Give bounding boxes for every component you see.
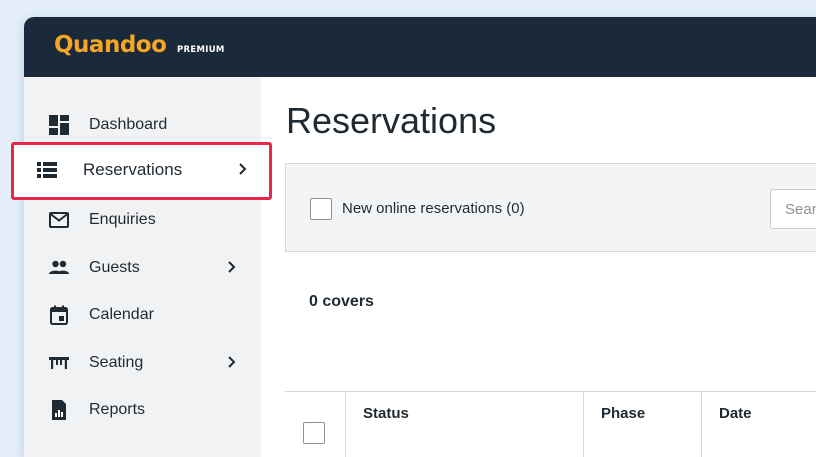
new-online-reservations-checkbox[interactable] [310,198,332,220]
column-date[interactable]: Date [701,392,816,457]
sidebar-item-dashboard[interactable]: Dashboard [24,103,261,147]
select-all-column [285,392,345,457]
table-header: Status Phase Date [285,391,816,457]
sidebar-item-label: Dashboard [89,116,168,133]
sidebar-item-enquiries[interactable]: Enquiries [24,198,261,242]
column-phase[interactable]: Phase [583,392,701,457]
column-header-label: Phase [601,405,646,422]
sidebar-item-reservations[interactable]: Reservations [11,142,272,200]
main-content: Reservations New online reservations (0)… [261,77,816,457]
filter-panel: New online reservations (0) [285,163,816,252]
brand-tag: PREMIUM [177,45,225,55]
dashboard-icon [49,115,69,135]
envelope-icon [49,212,69,228]
brand-logo[interactable]: Quandoo [54,32,167,58]
sidebar-item-seating[interactable]: Seating [24,341,261,385]
top-bar: Quandoo PREMIUM [24,17,816,77]
chevron-right-icon [228,356,236,368]
report-icon [52,400,66,420]
sidebar-item-label: Enquiries [89,211,156,228]
table-icon [49,357,69,369]
sidebar-item-label: Reports [89,401,146,418]
column-status[interactable]: Status [345,392,583,457]
calendar-icon [50,305,68,325]
covers-count: 0 covers [309,293,374,310]
page-title: Reservations [286,100,497,141]
sidebar-item-label: Guests [89,259,140,276]
search-input[interactable] [770,189,816,229]
sidebar-item-label: Seating [89,354,144,371]
column-header-label: Date [719,405,752,422]
new-online-reservations-label: New online reservations (0) [342,200,525,217]
select-all-checkbox[interactable] [303,422,325,444]
sidebar-item-guests[interactable]: Guests [24,246,261,290]
sidebar-item-label: Reservations [83,160,183,179]
chevron-right-icon [239,163,247,175]
column-header-label: Status [363,405,409,422]
sidebar-item-reports[interactable]: Reports [24,388,261,432]
app-window: Quandoo PREMIUM Dashboard Enquiries Gues… [24,17,816,457]
sidebar: Dashboard Enquiries Guests Calendar Seat… [24,77,261,457]
sidebar-item-label: Calendar [89,306,154,323]
chevron-right-icon [228,261,236,273]
people-icon [49,260,69,274]
sidebar-item-calendar[interactable]: Calendar [24,293,261,337]
list-icon [37,162,57,178]
